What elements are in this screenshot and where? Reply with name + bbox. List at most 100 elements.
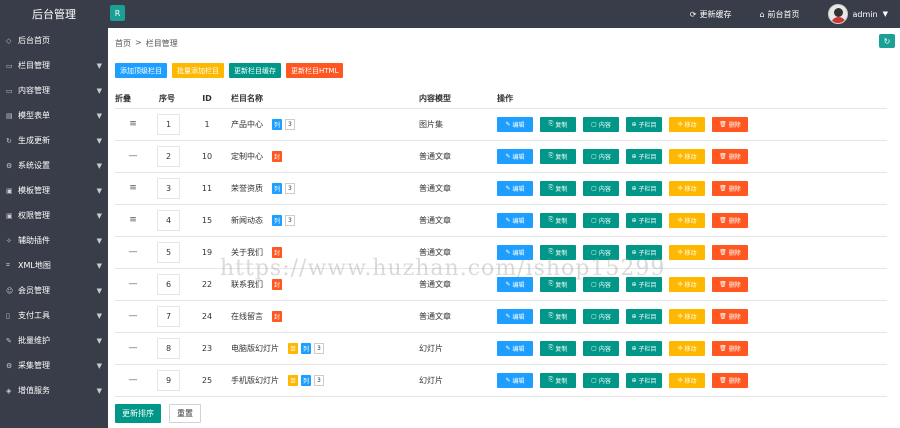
subcategory-button[interactable]: ⊕ 子栏目 xyxy=(626,340,662,356)
sidebar-item[interactable]: ◈ 增值服务 ▼ xyxy=(0,378,108,403)
copy-button[interactable]: ⎘ 复制 xyxy=(540,180,576,196)
sidebar-item[interactable]: ✧ 辅助插件 ▼ xyxy=(0,228,108,253)
fold-toggle-icon[interactable]: — xyxy=(129,343,138,353)
refresh-cache-link[interactable]: ⟳ 更新缓存 xyxy=(690,9,732,20)
move-button[interactable]: ✣ 移动 xyxy=(669,308,705,324)
content-button[interactable]: ▢ 内容 xyxy=(583,148,619,164)
sidebar-item[interactable]: ▤ 模型表单 ▼ xyxy=(0,103,108,128)
copy-button[interactable]: ⎘ 复制 xyxy=(540,148,576,164)
copy-button[interactable]: ⎘ 复制 xyxy=(540,372,576,388)
subcategory-button[interactable]: ⊕ 子栏目 xyxy=(626,244,662,260)
copy-button[interactable]: ⎘ 复制 xyxy=(540,276,576,292)
category-name[interactable]: 手机版幻灯片 xyxy=(231,375,279,386)
move-button[interactable]: ✣ 移动 xyxy=(669,180,705,196)
frontend-home-link[interactable]: ⌂ 前台首页 xyxy=(759,9,799,20)
move-button[interactable]: ✣ 移动 xyxy=(669,340,705,356)
fold-toggle-icon[interactable]: — xyxy=(129,247,138,257)
delete-button[interactable]: 🗑 删除 xyxy=(712,244,748,260)
subcategory-button[interactable]: ⊕ 子栏目 xyxy=(626,148,662,164)
content-button[interactable]: ▢ 内容 xyxy=(583,372,619,388)
sort-order-input[interactable]: 9 xyxy=(157,369,180,391)
fold-toggle-icon[interactable]: ≡ xyxy=(129,119,137,129)
fold-toggle-icon[interactable]: — xyxy=(129,279,138,289)
edit-button[interactable]: ✎ 编辑 xyxy=(497,244,533,260)
edit-button[interactable]: ✎ 编辑 xyxy=(497,212,533,228)
fold-toggle-icon[interactable]: — xyxy=(129,311,138,321)
move-button[interactable]: ✣ 移动 xyxy=(669,212,705,228)
move-button[interactable]: ✣ 移动 xyxy=(669,276,705,292)
move-button[interactable]: ✣ 移动 xyxy=(669,148,705,164)
subcategory-button[interactable]: ⊕ 子栏目 xyxy=(626,308,662,324)
sidebar-item[interactable]: ▭ 栏目管理 ▼ xyxy=(0,53,108,78)
delete-button[interactable]: 🗑 删除 xyxy=(712,212,748,228)
sidebar-item[interactable]: ⚙ 采集管理 ▼ xyxy=(0,353,108,378)
content-button[interactable]: ▢ 内容 xyxy=(583,116,619,132)
delete-button[interactable]: 🗑 删除 xyxy=(712,180,748,196)
sidebar-item[interactable]: ▯ 支付工具 ▼ xyxy=(0,303,108,328)
update-sort-button[interactable]: 更新排序 xyxy=(115,404,161,423)
fold-toggle-icon[interactable]: ≡ xyxy=(129,215,137,225)
sidebar-item[interactable]: ☺ 会员管理 ▼ xyxy=(0,278,108,303)
fold-toggle-icon[interactable]: — xyxy=(129,375,138,385)
category-name[interactable]: 联系我们 xyxy=(231,279,263,290)
chevron-down-icon[interactable]: ▼ xyxy=(883,10,888,18)
sidebar-item[interactable]: ◇ 后台首页 xyxy=(0,28,108,53)
sidebar-item[interactable]: ⌗ XML地图 ▼ xyxy=(0,253,108,278)
fold-toggle-icon[interactable]: — xyxy=(129,151,138,161)
edit-button[interactable]: ✎ 编辑 xyxy=(497,148,533,164)
delete-button[interactable]: 🗑 删除 xyxy=(712,372,748,388)
copy-button[interactable]: ⎘ 复制 xyxy=(540,116,576,132)
category-name[interactable]: 荣誉资质 xyxy=(231,183,263,194)
sort-order-input[interactable]: 1 xyxy=(157,113,180,135)
sidebar-item[interactable]: ▣ 模板管理 ▼ xyxy=(0,178,108,203)
category-name[interactable]: 定制中心 xyxy=(231,151,263,162)
delete-button[interactable]: 🗑 删除 xyxy=(712,276,748,292)
sort-order-input[interactable]: 4 xyxy=(157,209,180,231)
copy-button[interactable]: ⎘ 复制 xyxy=(540,212,576,228)
sort-order-input[interactable]: 7 xyxy=(157,305,180,327)
avatar[interactable] xyxy=(827,4,848,24)
edit-button[interactable]: ✎ 编辑 xyxy=(497,308,533,324)
category-name[interactable]: 电脑版幻灯片 xyxy=(231,343,279,354)
delete-button[interactable]: 🗑 删除 xyxy=(712,116,748,132)
move-button[interactable]: ✣ 移动 xyxy=(669,372,705,388)
edit-button[interactable]: ✎ 编辑 xyxy=(497,180,533,196)
subcategory-button[interactable]: ⊕ 子栏目 xyxy=(626,116,662,132)
subcategory-button[interactable]: ⊕ 子栏目 xyxy=(626,372,662,388)
edit-button[interactable]: ✎ 编辑 xyxy=(497,116,533,132)
sort-order-input[interactable]: 3 xyxy=(157,177,180,199)
category-name[interactable]: 产品中心 xyxy=(231,119,263,130)
reset-button[interactable]: 重置 xyxy=(169,404,201,423)
content-button[interactable]: ▢ 内容 xyxy=(583,212,619,228)
content-button[interactable]: ▢ 内容 xyxy=(583,276,619,292)
move-button[interactable]: ✣ 移动 xyxy=(669,116,705,132)
sort-order-input[interactable]: 2 xyxy=(157,145,180,167)
category-name[interactable]: 新闻动态 xyxy=(231,215,263,226)
refresh-page-button[interactable]: ↻ xyxy=(879,34,895,48)
edit-button[interactable]: ✎ 编辑 xyxy=(497,340,533,356)
delete-button[interactable]: 🗑 删除 xyxy=(712,148,748,164)
delete-button[interactable]: 🗑 删除 xyxy=(712,308,748,324)
subcategory-button[interactable]: ⊕ 子栏目 xyxy=(626,276,662,292)
sidebar-toggle-button[interactable]: R xyxy=(110,5,125,21)
content-button[interactable]: ▢ 内容 xyxy=(583,244,619,260)
user-name[interactable]: admin xyxy=(853,10,878,19)
sidebar-item[interactable]: ↻ 生成更新 ▼ xyxy=(0,128,108,153)
sort-order-input[interactable]: 6 xyxy=(157,273,180,295)
sort-order-input[interactable]: 5 xyxy=(157,241,180,263)
category-name[interactable]: 在线留言 xyxy=(231,311,263,322)
copy-button[interactable]: ⎘ 复制 xyxy=(540,340,576,356)
subcategory-button[interactable]: ⊕ 子栏目 xyxy=(626,180,662,196)
sort-order-input[interactable]: 8 xyxy=(157,337,180,359)
category-name[interactable]: 关于我们 xyxy=(231,247,263,258)
add-top-category-button[interactable]: 添加顶级栏目 xyxy=(115,63,167,78)
content-button[interactable]: ▢ 内容 xyxy=(583,308,619,324)
content-button[interactable]: ▢ 内容 xyxy=(583,180,619,196)
content-button[interactable]: ▢ 内容 xyxy=(583,340,619,356)
edit-button[interactable]: ✎ 编辑 xyxy=(497,276,533,292)
delete-button[interactable]: 🗑 删除 xyxy=(712,340,748,356)
update-category-html-button[interactable]: 更新栏目HTML xyxy=(286,63,344,78)
copy-button[interactable]: ⎘ 复制 xyxy=(540,308,576,324)
sidebar-item[interactable]: ▣ 权限管理 ▼ xyxy=(0,203,108,228)
copy-button[interactable]: ⎘ 复制 xyxy=(540,244,576,260)
